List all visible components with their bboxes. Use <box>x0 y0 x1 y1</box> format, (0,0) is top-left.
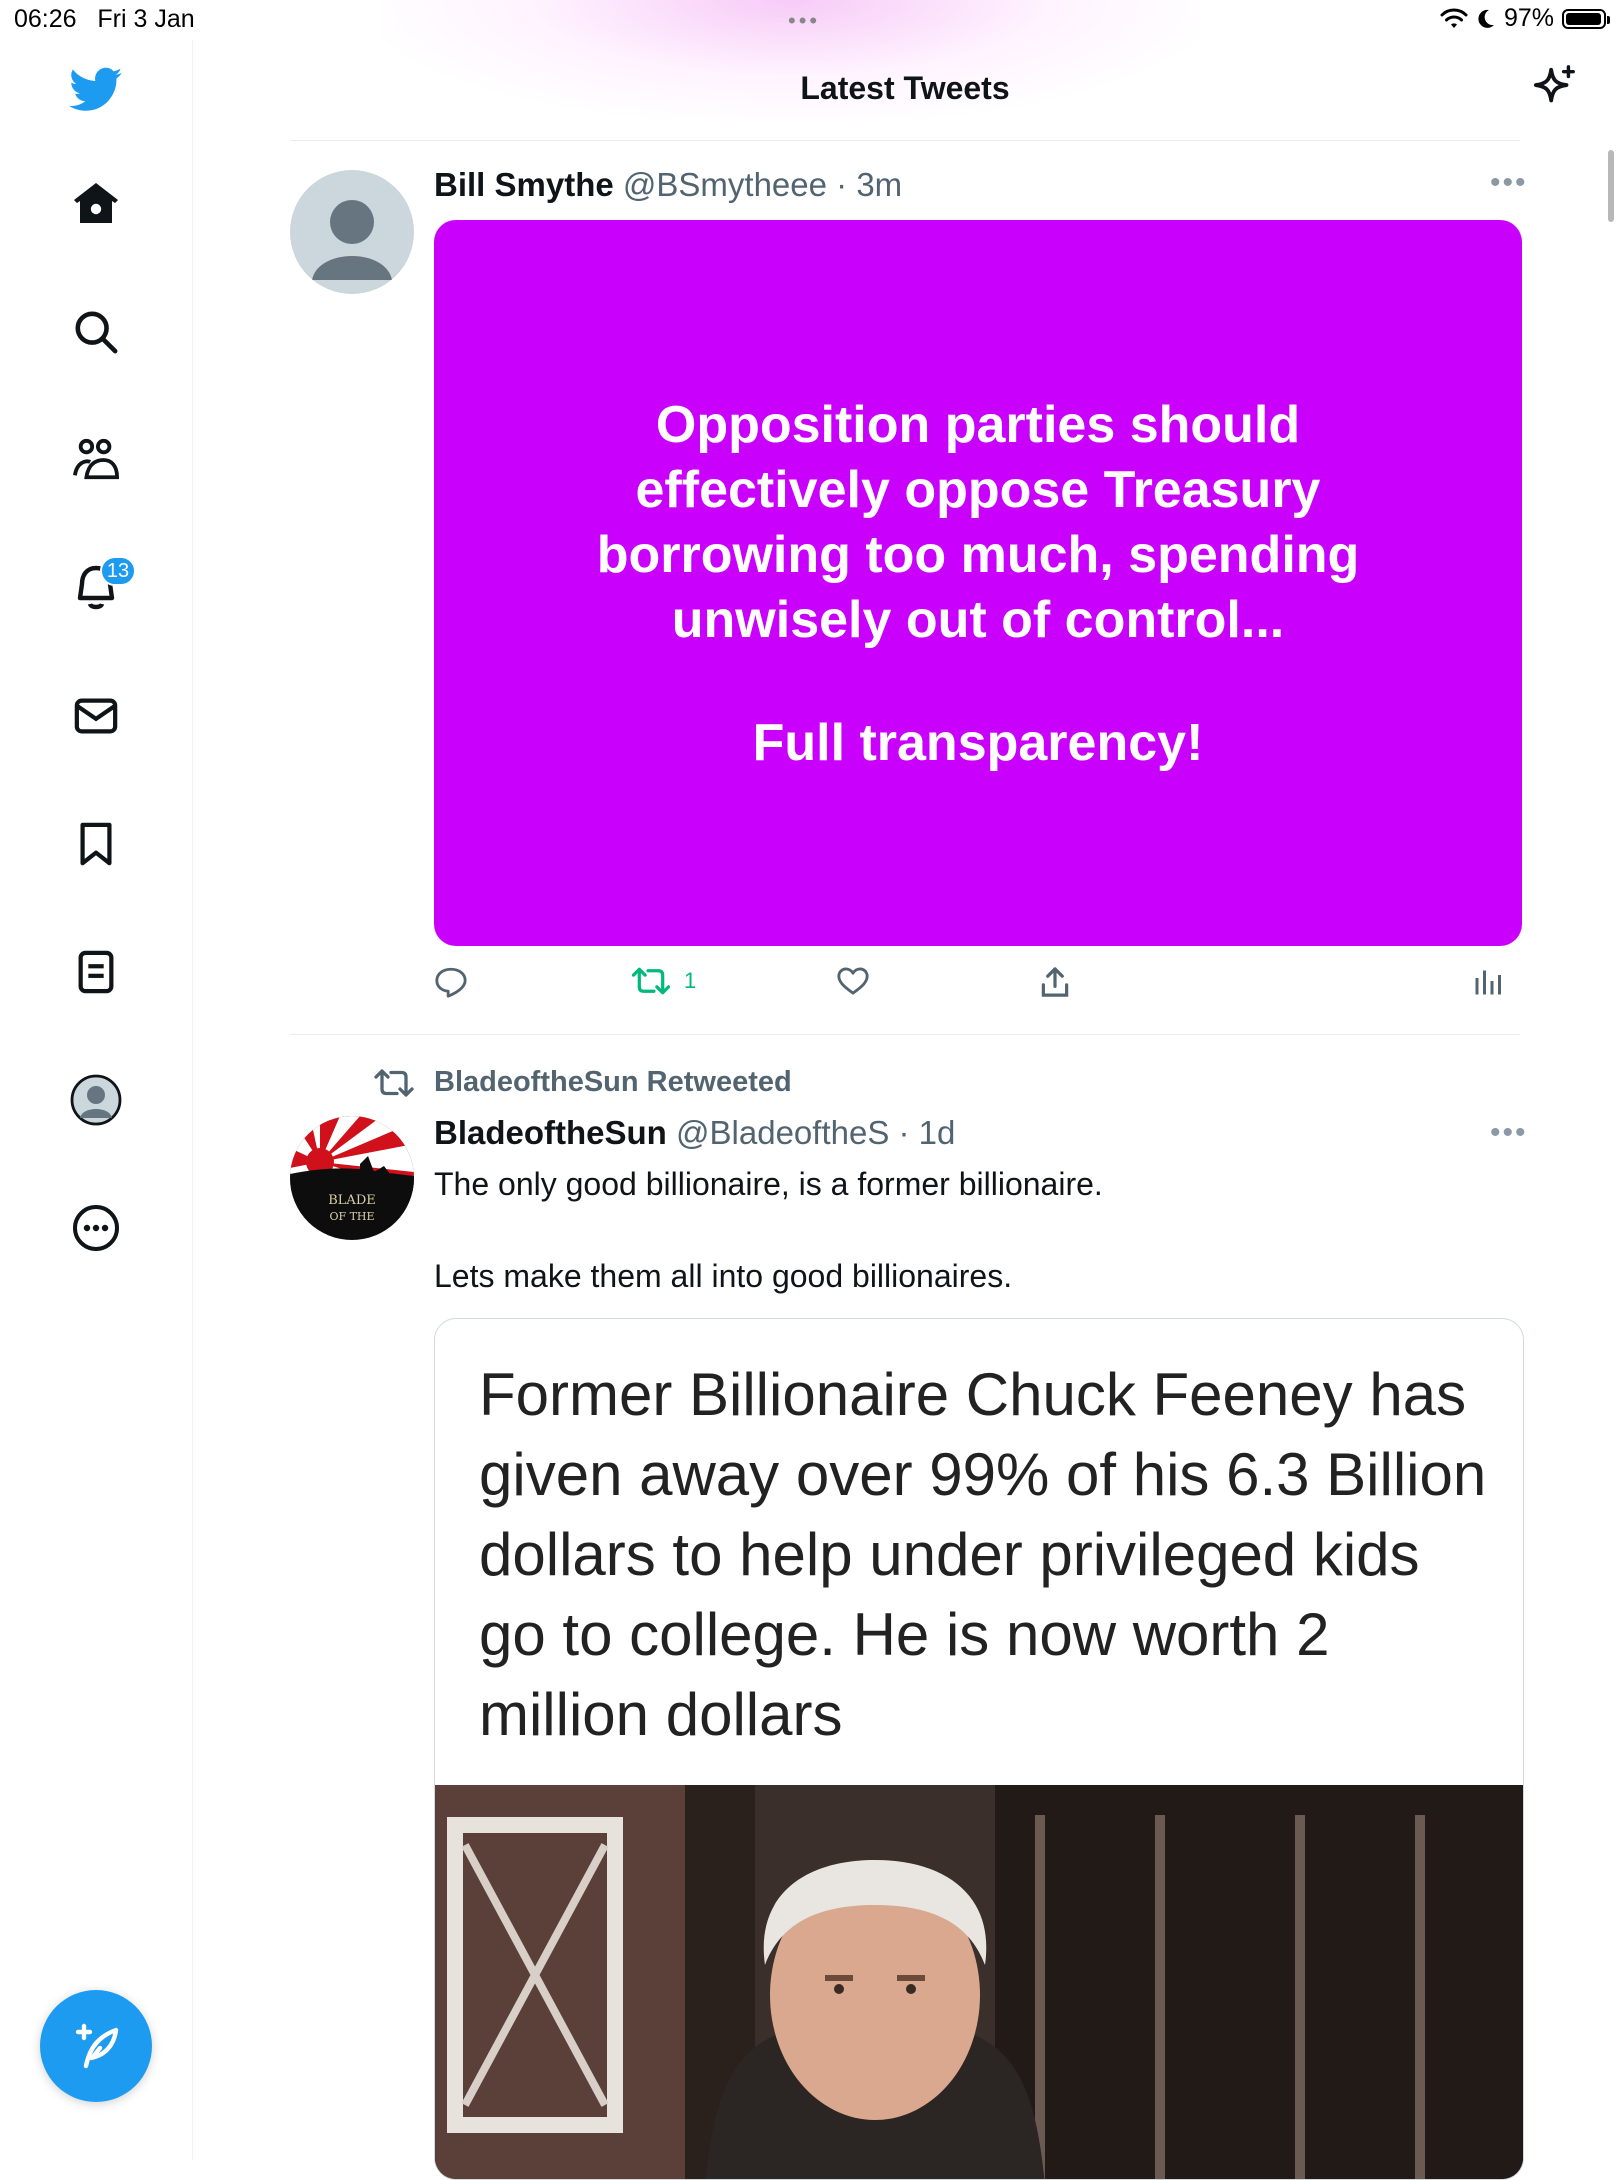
analytics-icon <box>1475 970 1501 995</box>
status-right: 97% <box>1440 4 1610 33</box>
tweet-image-card[interactable]: Former Billionaire Chuck Feeney has give… <box>434 1318 1524 2180</box>
like-button[interactable] <box>836 966 870 996</box>
image-caption: Former Billionaire Chuck Feeney has give… <box>479 1361 1487 1748</box>
more-options-icon[interactable]: ••• <box>1490 166 1528 200</box>
retweet-count: 1 <box>684 968 697 993</box>
retweet-icon <box>632 967 670 995</box>
profile-icon[interactable] <box>56 1060 136 1140</box>
sparkle-icon[interactable] <box>1532 64 1578 115</box>
status-bar: 06:26 Fri 3 Jan ••• 97% <box>0 0 1620 40</box>
compose-feather-icon <box>75 2023 119 2069</box>
avatar-text-line2: OF THE <box>329 1210 374 1223</box>
avatar[interactable]: BLADE OF THE <box>290 1116 414 1240</box>
status-time: 06:26 <box>14 5 77 33</box>
tweet-time[interactable]: · 3m <box>836 166 902 203</box>
sidebar: 13 <box>0 40 193 2160</box>
tweet-author-name[interactable]: Bill Smythe <box>434 166 614 203</box>
avatar-text-line1: BLADE <box>328 1193 376 1208</box>
messages-icon[interactable] <box>56 676 136 756</box>
retweet-button[interactable]: 1 <box>632 966 696 996</box>
tweet-header: BladeoftheSun @BladeoftheS · 1d <box>434 1114 955 1152</box>
heart-icon <box>837 967 869 995</box>
more-options-icon[interactable]: ••• <box>1490 1116 1528 1150</box>
bookmarks-icon[interactable] <box>56 804 136 884</box>
analytics-button[interactable] <box>1474 966 1504 996</box>
lists-icon[interactable] <box>56 932 136 1012</box>
twitter-logo-icon[interactable] <box>56 50 136 130</box>
tweet-time[interactable]: · 1d <box>899 1114 956 1151</box>
share-button[interactable] <box>1040 966 1070 998</box>
tweet-text: Lets make them all into good billionaire… <box>434 1258 1013 1294</box>
avatar[interactable] <box>290 170 414 294</box>
more-icon[interactable] <box>56 1188 136 1268</box>
battery-fill <box>1566 12 1601 25</box>
tweet-photo <box>435 1785 1523 2179</box>
moon-icon <box>1478 9 1494 28</box>
tweet-actions: 1 <box>434 966 1522 1006</box>
reply-icon <box>435 967 467 998</box>
tweet-text: The only good billionaire, is a former b… <box>434 1166 1103 1202</box>
status-date: Fri 3 Jan <box>97 5 195 33</box>
notifications-badge: 13 <box>100 556 136 586</box>
tweet-header: Bill Smythe @BSmytheee · 3m <box>434 166 902 204</box>
status-time-date: 06:26 Fri 3 Jan <box>14 5 195 34</box>
retweeted-label: BladeoftheSun Retweeted <box>434 1066 792 1098</box>
share-icon <box>1041 967 1069 997</box>
tweet-author-handle[interactable]: @BladeoftheS <box>676 1114 889 1151</box>
tweet-author-handle[interactable]: @BSmytheee <box>623 166 827 203</box>
notifications-icon[interactable]: 13 <box>56 548 136 628</box>
multitasking-dots[interactable]: ••• <box>788 8 820 34</box>
tweet-image-card[interactable]: Opposition parties should effectively op… <box>434 220 1522 946</box>
home-icon[interactable] <box>56 164 136 244</box>
retweeted-by[interactable]: BladeoftheSun Retweeted <box>374 1066 792 1099</box>
communities-icon[interactable] <box>56 420 136 500</box>
card-text: Opposition parties should effectively op… <box>596 396 1360 649</box>
retweet-icon <box>374 1068 414 1097</box>
wifi-icon <box>1440 8 1468 28</box>
search-icon[interactable] <box>56 292 136 372</box>
scrollbar[interactable] <box>1608 150 1614 222</box>
page-title: Latest Tweets <box>800 70 1010 106</box>
battery-icon <box>1562 8 1610 29</box>
compose-tweet-button[interactable] <box>40 1990 152 2102</box>
card-subtext: Full transparency! <box>752 714 1204 772</box>
battery-percent: 97% <box>1503 4 1554 32</box>
tweet-author-name[interactable]: BladeoftheSun <box>434 1114 667 1151</box>
header-divider <box>290 140 1520 141</box>
tweet-divider <box>290 1034 1520 1035</box>
reply-button[interactable] <box>434 966 468 998</box>
